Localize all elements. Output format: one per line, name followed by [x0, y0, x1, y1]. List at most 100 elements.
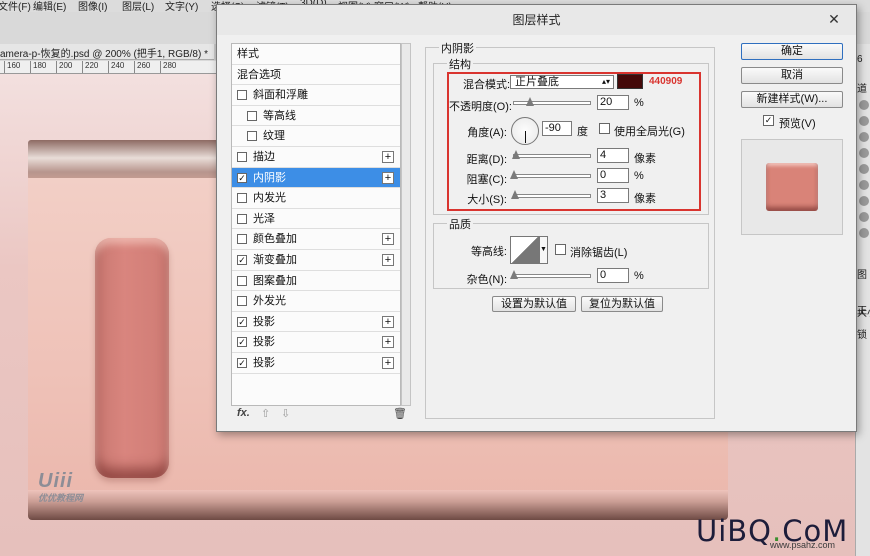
panel-swatch[interactable]: [859, 180, 869, 190]
ruler-tick: 180: [30, 61, 46, 73]
style-checkbox[interactable]: [247, 131, 257, 142]
trash-icon[interactable]: 🗑: [393, 407, 407, 420]
menu-item[interactable]: 编辑(E): [33, 0, 66, 12]
style-checkbox[interactable]: ✓: [237, 255, 247, 265]
layer-style-dialog: 图层样式 ✕ 样式 混合选项 斜面和浮雕 等高线 纹理 描边 + ✓ 内阴影 + 内发光 光泽 颜色叠加…: [216, 4, 857, 432]
panel-swatch[interactable]: [859, 148, 869, 158]
style-checkbox[interactable]: [237, 296, 247, 307]
preview-checkbox[interactable]: ✓: [763, 115, 774, 126]
add-style-icon[interactable]: +: [382, 315, 394, 328]
watermark-uiii-logo: Uiii: [38, 470, 74, 492]
style-list-item[interactable]: 颜色叠加 +: [232, 229, 400, 250]
style-list-item[interactable]: ✓ 投影 +: [232, 353, 400, 374]
noise-slider-thumb[interactable]: [510, 270, 518, 279]
style-list-label: 渐变叠加: [253, 254, 297, 266]
add-style-icon[interactable]: +: [382, 336, 394, 349]
style-checkbox[interactable]: ✓: [237, 172, 247, 183]
style-list-label: 投影: [253, 336, 275, 349]
style-list-item[interactable]: ✓ 渐变叠加 +: [232, 250, 400, 271]
style-list-label: 描边: [253, 151, 275, 163]
style-list-item[interactable]: ✓ 投影 +: [232, 312, 400, 333]
add-style-icon[interactable]: +: [382, 151, 394, 163]
style-list-item[interactable]: 混合选项: [232, 65, 400, 86]
style-list-item[interactable]: 样式: [232, 44, 400, 65]
right-panel-strip: 6道大小图正锁: [855, 44, 870, 556]
style-list-label: 混合选项: [237, 68, 281, 81]
annotation-highlight-box: [447, 72, 701, 211]
menu-item[interactable]: 图层(L): [122, 0, 154, 12]
style-list-label: 等高线: [263, 109, 296, 122]
watermark-uibq-a: UiBQ: [696, 514, 773, 548]
set-default-button[interactable]: 设置为默认值: [492, 296, 576, 312]
chevron-down-icon[interactable]: ▼: [540, 236, 548, 264]
style-list-scrollbar[interactable]: [401, 43, 411, 406]
style-list-item[interactable]: 等高线: [232, 106, 400, 127]
menu-item[interactable]: 文件(F): [0, 0, 31, 12]
panel-swatch[interactable]: [859, 132, 869, 142]
noise-slider[interactable]: [510, 270, 591, 279]
style-list-item[interactable]: 内发光: [232, 188, 400, 209]
new-style-button[interactable]: 新建样式(W)...: [741, 91, 843, 108]
style-list-item[interactable]: 外发光: [232, 291, 400, 312]
antialias-label: 消除锯齿(L): [570, 247, 628, 259]
style-checkbox[interactable]: [237, 213, 247, 224]
fx-icon[interactable]: fx.: [237, 407, 250, 419]
style-list-item[interactable]: 斜面和浮雕: [232, 85, 400, 106]
panel-swatch[interactable]: [859, 228, 869, 238]
document-tab[interactable]: amera-p-恢复的.psd @ 200% (把手1, RGB/8) *: [0, 44, 214, 60]
panel-swatch[interactable]: [859, 100, 869, 110]
style-checkbox[interactable]: [237, 234, 247, 245]
style-checkbox[interactable]: ✓: [237, 337, 247, 348]
ruler-tick: 200: [56, 61, 72, 73]
move-down-icon[interactable]: ⇩: [281, 407, 290, 420]
reset-default-button[interactable]: 复位为默认值: [581, 296, 663, 312]
antialias-checkbox[interactable]: [555, 244, 566, 255]
style-list-item[interactable]: 描边 +: [232, 147, 400, 168]
panel-swatch[interactable]: [859, 116, 869, 126]
style-list-label: 内阴影: [253, 171, 286, 184]
move-up-icon[interactable]: ⇧: [261, 407, 270, 420]
ok-button[interactable]: 确定: [741, 43, 843, 60]
noise-input[interactable]: 0: [597, 268, 629, 283]
menu-item[interactable]: 文字(Y): [165, 0, 198, 12]
watermark-site: www.psahz.com: [770, 540, 836, 550]
contour-picker[interactable]: [510, 236, 540, 264]
panel-swatch[interactable]: [859, 196, 869, 206]
panel-swatch[interactable]: [859, 212, 869, 222]
panel-label: 道: [857, 84, 867, 95]
watermark-uiii: Uiii 优优教程网: [38, 470, 83, 504]
menu-item[interactable]: 图像(I): [78, 0, 107, 12]
style-checkbox[interactable]: [247, 110, 257, 121]
inner-shadow-title: 内阴影: [439, 40, 476, 56]
add-style-icon[interactable]: +: [382, 254, 394, 266]
panel-swatch[interactable]: [859, 164, 869, 174]
style-list-item[interactable]: ✓ 内阴影 +: [232, 167, 400, 189]
add-style-icon[interactable]: +: [382, 357, 394, 369]
style-checkbox[interactable]: [237, 275, 247, 286]
ruler-tick: 160: [4, 61, 20, 73]
cancel-button[interactable]: 取消: [741, 67, 843, 84]
add-style-icon[interactable]: +: [382, 171, 394, 184]
structure-title: 结构: [447, 56, 473, 72]
style-checkbox[interactable]: [237, 90, 247, 101]
style-list-item[interactable]: ✓ 投影 +: [232, 332, 400, 353]
noise-label: 杂色(N):: [466, 274, 507, 286]
panel-label: 图: [857, 270, 867, 281]
style-checkbox[interactable]: [237, 193, 247, 204]
close-icon[interactable]: ✕: [826, 12, 842, 28]
add-style-icon[interactable]: +: [382, 233, 394, 246]
contour-label: 等高线:: [470, 246, 507, 258]
artwork-base-bottom: [28, 490, 728, 520]
style-list-item[interactable]: 纹理: [232, 126, 400, 147]
style-checkbox[interactable]: ✓: [237, 358, 247, 368]
style-checkbox[interactable]: ✓: [237, 316, 247, 327]
dialog-title: 图层样式: [217, 5, 856, 35]
style-list-label: 斜面和浮雕: [253, 89, 308, 102]
style-list-item[interactable]: 图案叠加: [232, 271, 400, 292]
style-checkbox[interactable]: [237, 152, 247, 162]
style-list-label: 颜色叠加: [253, 233, 297, 246]
style-list-label: 纹理: [263, 130, 285, 143]
style-list-label: 图案叠加: [253, 274, 297, 287]
ruler-tick: 280: [160, 61, 176, 73]
style-list-item[interactable]: 光泽: [232, 209, 400, 230]
